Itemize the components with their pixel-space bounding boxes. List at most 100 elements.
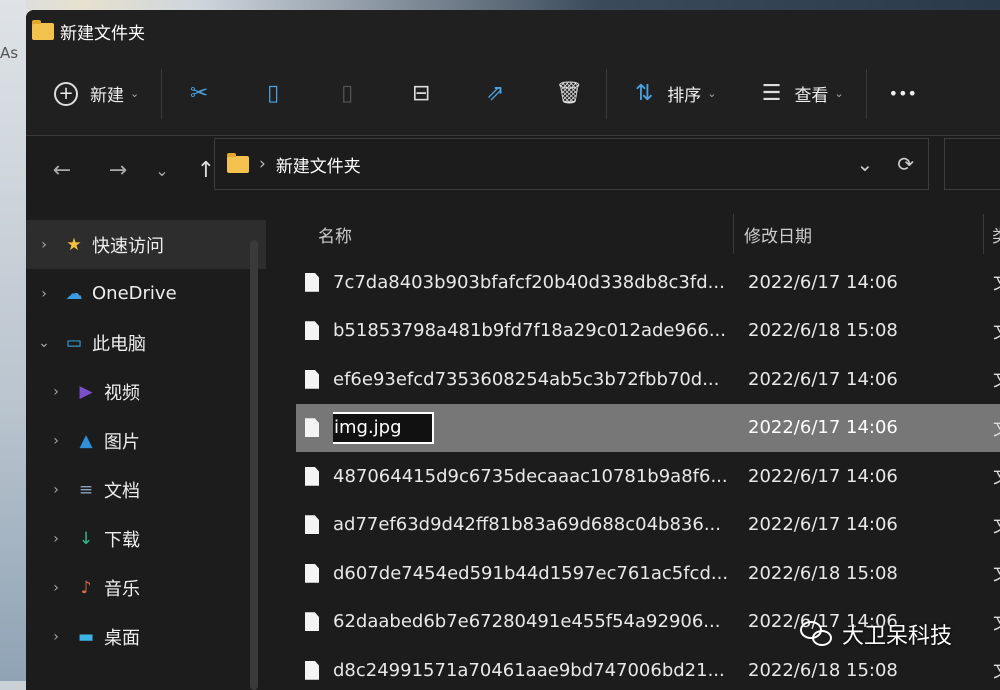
forward-button[interactable]: →	[100, 158, 136, 183]
sidebar-item-icon: ▲	[79, 430, 93, 451]
column-headers: 名称 修改日期 类	[296, 210, 1000, 258]
chevron-down-icon: ⌄	[707, 87, 717, 100]
sidebar-item-label: 桌面	[104, 627, 140, 649]
sidebar-scrollbar[interactable]	[250, 240, 258, 690]
sidebar-item-label: OneDrive	[92, 283, 177, 304]
rename-input[interactable]: img.jpg	[333, 411, 434, 444]
file-row[interactable]: ad77ef63d9d42ff81b83a69d688c04b836... 202…	[296, 501, 1000, 550]
file-date: 2022/6/17 14:06	[748, 514, 898, 536]
expand-chevron-icon[interactable]: ⌄	[26, 335, 62, 351]
file-name: ad77ef63d9d42ff81b83a69d688c04b836...	[333, 514, 721, 536]
list-view-icon: ☰	[761, 81, 782, 106]
copy-icon[interactable]: ▯	[258, 79, 288, 109]
sidebar-item[interactable]: › ▶ 视频	[26, 367, 266, 416]
sidebar-item[interactable]: › ≡ 文档	[26, 465, 266, 514]
column-header-date[interactable]: 修改日期	[734, 214, 984, 254]
sidebar-item-icon: ▭	[65, 332, 83, 353]
new-button[interactable]: + 新建 ⌄	[54, 74, 139, 114]
sidebar-item[interactable]: ⌄ ▭ 此电脑	[26, 318, 266, 367]
file-name: 7c7da8403b903bfafcf20b40d338db8c3fd...	[333, 271, 725, 293]
file-type: 文	[993, 415, 1000, 441]
wechat-icon	[800, 621, 834, 647]
address-dropdown-icon[interactable]: ⌄	[856, 152, 873, 176]
chevron-down-icon: ⌄	[130, 87, 140, 100]
sidebar-item-icon: ☁	[65, 283, 83, 304]
file-row[interactable]: ef6e93efcd7353608254ab5c3b72fbb70d... 202…	[296, 355, 1000, 404]
desktop-background	[0, 0, 26, 681]
file-type: 文	[993, 318, 1000, 344]
expand-chevron-icon[interactable]: ›	[38, 629, 74, 645]
file-row[interactable]: d607de7454ed591b44d1597ec761ac5fcd... 202…	[296, 549, 1000, 598]
column-header-name[interactable]: 名称	[296, 214, 734, 254]
expand-chevron-icon[interactable]: ›	[38, 433, 74, 449]
expand-chevron-icon[interactable]: ›	[26, 286, 62, 302]
sidebar-item-label: 音乐	[104, 578, 140, 600]
file-row[interactable]: img.jpg 2022/6/17 14:06 文	[296, 403, 1000, 452]
column-header-type[interactable]: 类	[984, 222, 1000, 247]
sidebar-item[interactable]: › ▲ 图片	[26, 416, 266, 465]
delete-icon[interactable]: 🗑	[554, 79, 584, 109]
search-box[interactable]	[944, 138, 1000, 190]
expand-chevron-icon[interactable]: ›	[38, 482, 74, 498]
file-type: 文	[993, 609, 1000, 635]
sidebar-item-label: 文档	[104, 480, 140, 502]
sidebar-item-label: 图片	[104, 431, 140, 453]
file-type: 文	[993, 560, 1000, 586]
file-date: 2022/6/17 14:06	[748, 368, 898, 390]
file-icon	[305, 272, 319, 292]
file-type: 文	[993, 366, 1000, 392]
recent-locations-button[interactable]: ⌄	[144, 161, 180, 180]
file-row[interactable]: d8c24991571a70461aae9bd747006bd21... 2022…	[296, 646, 1000, 690]
more-options-button[interactable]: •••	[889, 74, 917, 114]
watermark: 大卫呆科技	[800, 618, 952, 650]
file-icon	[305, 612, 319, 632]
folder-icon	[227, 152, 249, 173]
sort-icon: ⇅	[635, 81, 654, 106]
rename-icon[interactable]: ⊟	[406, 79, 436, 109]
breadcrumb-current-folder[interactable]: 新建文件夹	[276, 152, 361, 177]
file-date: 2022/6/18 15:08	[748, 320, 898, 342]
file-type: 文	[993, 512, 1000, 538]
file-name: 62daabed6b7e67280491e455f54a92906...	[333, 611, 721, 633]
sidebar-item[interactable]: › ☁ OneDrive	[26, 269, 266, 318]
sidebar-item[interactable]: › ↓ 下载	[26, 514, 266, 563]
more-icon: •••	[888, 84, 917, 103]
desktop-icon-label: As	[0, 44, 19, 62]
window-title: 新建文件夹	[60, 23, 145, 44]
paste-icon[interactable]: ▯	[332, 79, 362, 109]
sort-button[interactable]: ⇅ 排序 ⌄	[629, 74, 716, 114]
view-button[interactable]: ☰ 查看 ⌄	[756, 74, 844, 114]
sort-label: 排序	[667, 86, 702, 106]
sidebar-item[interactable]: › ▬ 桌面	[26, 612, 266, 661]
expand-chevron-icon[interactable]: ›	[38, 384, 74, 400]
file-type: 文	[993, 269, 1000, 295]
file-icon	[305, 563, 319, 583]
expand-chevron-icon[interactable]: ›	[38, 531, 74, 547]
sidebar-item-icon: ↓	[78, 528, 94, 549]
refresh-icon[interactable]: ⟳	[897, 152, 914, 176]
sidebar-item[interactable]: › ♪ 音乐	[26, 563, 266, 612]
file-name: d8c24991571a70461aae9bd747006bd21...	[333, 659, 725, 681]
watermark-text: 大卫呆科技	[842, 624, 953, 649]
sidebar-item-icon: ▶	[79, 381, 93, 402]
back-button[interactable]: ←	[44, 158, 80, 183]
new-label: 新建	[90, 86, 124, 106]
file-icon	[305, 660, 319, 680]
file-icon	[305, 418, 319, 438]
file-type: 文	[993, 657, 1000, 683]
expand-chevron-icon[interactable]: ›	[38, 580, 74, 596]
sidebar-item[interactable]: › ★ 快速访问	[26, 220, 266, 269]
divider	[161, 68, 163, 119]
file-icon	[305, 369, 319, 389]
address-bar[interactable]: › 新建文件夹 ⌄ ⟳	[214, 138, 929, 190]
file-row[interactable]: 487064415d9c6735decaaac10781b9a8f6... 202…	[296, 452, 1000, 501]
file-name: 487064415d9c6735decaaac10781b9a8f6...	[333, 465, 728, 487]
cut-icon[interactable]: ✂	[184, 79, 214, 109]
share-icon[interactable]: ⇗	[480, 79, 510, 109]
file-row[interactable]: 7c7da8403b903bfafcf20b40d338db8c3fd... 20…	[296, 258, 1000, 307]
sidebar-item-label: 快速访问	[92, 235, 164, 257]
sidebar-item-icon: ★	[66, 234, 82, 255]
file-row[interactable]: b51853798a481b9fd7f18a29c012ade966... 202…	[296, 307, 1000, 356]
expand-chevron-icon[interactable]: ›	[26, 237, 62, 253]
file-icon	[305, 515, 319, 535]
